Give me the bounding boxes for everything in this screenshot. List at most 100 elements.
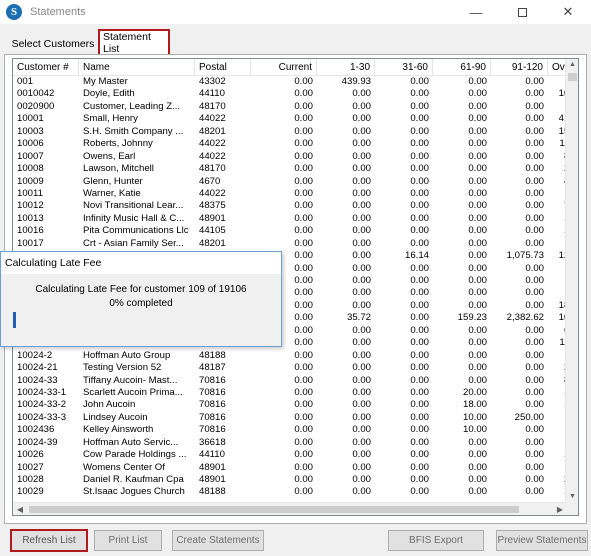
table-row[interactable]: 10029 St.Isaac Jogues Church 48188 0.00 0.00… [13,486,578,498]
61-90-cell: 0.00 [468,225,487,237]
1-30-cell: 0.00 [352,486,371,498]
91-120-cell: 0.00 [525,100,544,112]
91-120-cell: 0.00 [525,374,544,386]
31-60-cell: 0.00 [410,113,429,125]
table-row[interactable]: 10027 Womens Center Of 48901 0.00 0.00 0.00 0.… [13,462,578,474]
name-cell: Novi Transitional Lear... [83,200,184,212]
61-90-cell: 0.00 [468,138,487,150]
minimize-button[interactable]: — [453,0,499,24]
column-header-name[interactable]: Name [79,59,195,76]
61-90-cell: 0.00 [468,125,487,137]
91-120-cell: 2,382.62 [506,312,544,324]
table-row[interactable]: 10011 Warner, Katie 44022 0.00 0.00 0.00 0.00 0… [13,188,578,200]
column-header-current[interactable]: Current [251,59,317,76]
table-row[interactable]: 10026 Cow Parade Holdings ... 44110 0.00 0.0… [13,449,578,461]
table-row[interactable]: 10028 Daniel R. Kaufman Cpa 48901 0.00 0.00 0… [13,474,578,486]
column-header-31-60[interactable]: 31-60 [375,59,433,76]
print-list-button[interactable]: Print List [94,530,162,551]
table-row[interactable]: 10024-33-3 Lindsey Aucoin 70816 0.00 0.00 0.0… [13,411,578,424]
1-30-cell: 0.00 [352,399,371,411]
horizontal-scrollbar[interactable]: ◀ ▶ [13,502,567,515]
current-cell: 0.00 [294,175,313,187]
name-cell: Lindsey Aucoin [83,411,148,423]
1-30-cell: 0.00 [352,362,371,374]
table-row[interactable]: 001My Master433020.00439.930.000.000.000… [13,76,578,88]
31-60-cell: 0.00 [410,225,429,237]
table-row[interactable]: 0010042 Doyle, Edith 44110 0.00 0.00 0.00 0.00… [13,88,578,100]
61-90-cell: 0.00 [468,200,487,212]
table-row[interactable]: 10012 Novi Transitional Lear... 48375 0.00 0… [13,200,578,212]
vertical-scroll-thumb[interactable] [568,73,577,81]
column-header-postal[interactable]: Postal [195,59,251,76]
31-60-cell: 0.00 [410,125,429,137]
table-row[interactable]: 10024-21 Testing Version 52 48187 0.00 0.00 0… [13,362,578,374]
table-row[interactable]: 10008 Lawson, Mitchell 48170 0.00 0.00 0.00 0.… [13,163,578,175]
table-row[interactable]: 10016 Pita Communications Llc 44105 0.00 0.0… [13,225,578,237]
vertical-scrollbar[interactable]: ▲ ▼ [565,59,578,503]
91-120-cell: 0.00 [525,399,544,411]
column-header-1-30[interactable]: 1-30 [317,59,375,76]
customer-cell: 1002436 [17,424,55,436]
name-cell: Customer, Leading Z... [83,100,181,112]
preview-statements-button[interactable]: Preview Statements [496,530,588,551]
customer-cell: 10029 [17,486,44,498]
61-90-cell: 18.00 [462,399,487,411]
1-30-cell: 0.00 [352,436,371,448]
tab-statement-list[interactable]: Statement List [98,29,170,55]
table-row[interactable]: 10007 Owens, Earl 44022 0.00 0.00 0.00 0.00 0.0… [13,150,578,163]
table-row[interactable]: 0020900 Customer, Leading Z... 48170 0.00 0.… [13,100,578,113]
table-row[interactable]: 10006 Roberts, Johnny 44022 0.00 0.00 0.00 0.0… [13,138,578,150]
postal-cell: 70816 [199,374,226,386]
refresh-list-button[interactable]: Refresh List [10,529,88,552]
table-row[interactable]: 10024-2 Hoffman Auto Group 48188 0.00 0.00 0.… [13,350,578,362]
create-statements-button[interactable]: Create Statements [172,530,264,551]
column-header-91-120[interactable]: 91-120 [491,59,548,76]
postal-cell: 44022 [199,138,226,150]
table-row[interactable]: 10024-39 Hoffman Auto Servic... 36618 0.00 0… [13,436,578,449]
postal-cell: 48188 [199,486,226,498]
horizontal-scroll-thumb[interactable] [29,506,519,513]
name-cell: Scarlett Aucoin Prima... [83,386,183,398]
table-row[interactable]: 10003 S.H. Smith Company ... 48201 0.00 0.00… [13,125,578,138]
tab-strip: Select Customers Statement List [0,24,591,55]
91-120-cell: 0.00 [525,436,544,448]
name-cell: Roberts, Johnny [83,138,153,150]
dialog-title: Calculating Late Fee [1,252,281,274]
1-30-cell: 0.00 [352,88,371,100]
91-120-cell: 0.00 [525,424,544,436]
current-cell: 0.00 [294,411,313,423]
list-header: Customer # Name Postal Current 1-30 31-6… [13,59,578,76]
scroll-up-icon[interactable]: ▲ [566,59,578,71]
1-30-cell: 0.00 [352,299,371,311]
scroll-left-icon[interactable]: ◀ [13,503,27,515]
postal-cell: 44022 [199,150,226,162]
table-row[interactable]: 10024-33-1 Scarlett Aucoin Prima... 70816 0… [13,386,578,399]
bfis-export-button[interactable]: BFIS Export [388,530,484,551]
91-120-cell: 0.00 [525,324,544,336]
31-60-cell: 16.14 [404,250,429,262]
table-row[interactable]: 10024-33-2 John Aucoin 70816 0.00 0.00 0.00 18… [13,399,578,411]
table-row[interactable]: 10009 Glenn, Hunter 4670 0.00 0.00 0.00 0.00 0.… [13,175,578,188]
table-row[interactable]: 10013 Infinity Music Hall & C... 48901 0.00… [13,212,578,225]
31-60-cell: 0.00 [410,436,429,448]
31-60-cell: 0.00 [410,88,429,100]
table-row[interactable]: 10017 Crt - Asian Family Ser... 48201 0.00 0… [13,237,578,250]
table-row[interactable]: 1002436 Kelley Ainsworth 70816 0.00 0.00 0.00… [13,424,578,436]
column-header-61-90[interactable]: 61-90 [433,59,491,76]
column-header-customer[interactable]: Customer # [13,59,79,76]
postal-cell: 48901 [199,212,226,224]
91-120-cell: 0.00 [525,362,544,374]
table-row[interactable]: 10001 Small, Henry 44022 0.00 0.00 0.00 0.00 0.… [13,113,578,125]
current-cell: 0.00 [294,138,313,150]
maximize-button[interactable] [499,0,545,24]
1-30-cell: 35.72 [346,312,371,324]
table-row[interactable]: 10024-33 Tiffany Aucoin- Mast... 70816 0.00… [13,374,578,387]
61-90-cell: 0.00 [468,150,487,162]
31-60-cell: 0.00 [410,399,429,411]
tab-select-customers[interactable]: Select Customers [10,34,96,54]
61-90-cell: 0.00 [468,237,487,249]
name-cell: Kelley Ainsworth [83,424,154,436]
61-90-cell: 0.00 [468,486,487,498]
close-button[interactable]: ✕ [545,0,591,24]
31-60-cell: 0.00 [410,163,429,175]
